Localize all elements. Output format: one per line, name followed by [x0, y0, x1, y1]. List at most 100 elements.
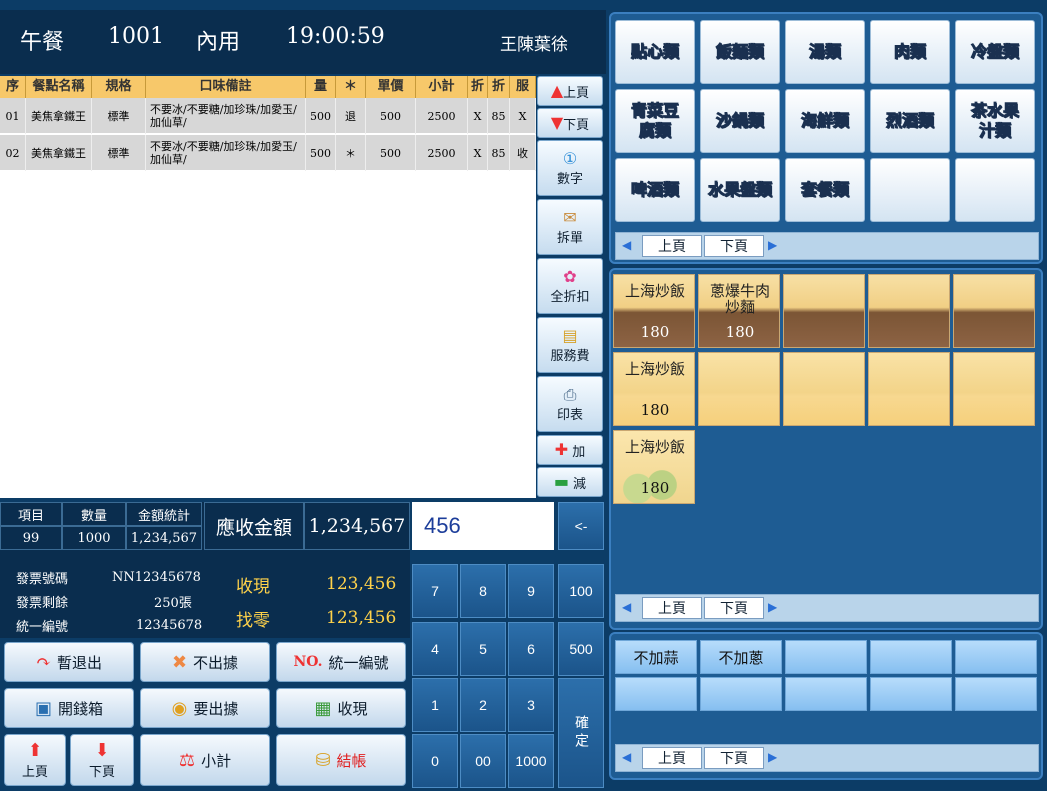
split-bill-button[interactable]: ✉ 拆單	[537, 199, 603, 255]
category-button[interactable]	[955, 158, 1035, 222]
option-button[interactable]: 不加蒜	[615, 640, 697, 674]
triangle-right-icon[interactable]: ▶	[768, 238, 777, 252]
category-next-button[interactable]: 下頁	[704, 235, 764, 257]
minus-button[interactable]: ▬ 減	[537, 467, 603, 497]
menu-item-button[interactable]: 上海炒飯 180	[613, 352, 695, 426]
numpad-key[interactable]: 00	[460, 734, 506, 788]
category-button[interactable]: 啤酒類	[615, 158, 695, 222]
column-header: 序	[0, 76, 26, 98]
numpad: 456 <- 7 8 9 100 4 5 6 500 1 2 3 0 00 1000 確定	[412, 502, 606, 791]
category-button[interactable]: 飯麵類	[700, 20, 780, 84]
category-label: 飯麵類	[715, 42, 764, 62]
receipt-roll-icon: ◉	[171, 697, 188, 719]
qty-count: 1000	[62, 526, 126, 550]
bottom-page-down-button[interactable]: ⬇ 下頁	[70, 734, 134, 786]
print-button[interactable]: ⎙ 印表	[537, 376, 603, 432]
tax-id-button[interactable]: NO. 統一編號	[276, 642, 406, 682]
menu-item-button[interactable]: 蔥爆牛肉炒麵 180	[698, 274, 780, 348]
category-button[interactable]: 水果盤類	[700, 158, 780, 222]
numpad-key[interactable]: 500	[558, 622, 604, 676]
triangle-left-icon[interactable]: ◀	[622, 750, 631, 764]
food-prev-button[interactable]: 上頁	[642, 597, 702, 619]
table-cell: 01	[0, 98, 26, 134]
open-drawer-label: 開錢箱	[58, 699, 104, 718]
option-button[interactable]	[785, 677, 867, 711]
menu-item-button[interactable]	[698, 352, 780, 426]
triangle-left-icon[interactable]: ◀	[622, 238, 631, 252]
option-prev-button[interactable]: 上頁	[642, 747, 702, 769]
category-button[interactable]: 沙鍋類	[700, 89, 780, 153]
backspace-key[interactable]: <-	[558, 502, 604, 550]
cash-amount: 123,456	[326, 574, 397, 594]
numpad-key[interactable]: 9	[508, 564, 554, 618]
full-discount-button[interactable]: ✿ 全折扣	[537, 258, 603, 314]
bottom-page-up-button[interactable]: ⬆ 上頁	[4, 734, 66, 786]
option-button[interactable]: 不加蔥	[700, 640, 782, 674]
subtotal-label: 小計	[201, 751, 232, 770]
menu-item-button[interactable]	[868, 352, 950, 426]
temp-exit-button[interactable]: ↷ 暫退出	[4, 642, 134, 682]
option-button[interactable]	[785, 640, 867, 674]
option-button[interactable]	[700, 677, 782, 711]
option-button[interactable]	[955, 640, 1037, 674]
option-button[interactable]	[870, 677, 952, 711]
category-button[interactable]: 冷盤類	[955, 20, 1035, 84]
category-button[interactable]: 湯類	[785, 20, 865, 84]
numpad-key[interactable]: 100	[558, 564, 604, 618]
category-prev-button[interactable]: 上頁	[642, 235, 702, 257]
food-next-button[interactable]: 下頁	[704, 597, 764, 619]
numpad-key[interactable]: 1	[412, 678, 458, 732]
option-button[interactable]	[870, 640, 952, 674]
category-button[interactable]: 青菜豆腐類	[615, 89, 695, 153]
menu-item-name: 蔥爆牛肉炒麵	[709, 282, 770, 316]
category-button[interactable]: 點心類	[615, 20, 695, 84]
change-amount: 123,456	[326, 608, 397, 628]
no-receipt-button[interactable]: ✖ 不出據	[140, 642, 270, 682]
menu-item-button[interactable]	[953, 274, 1035, 348]
numpad-key[interactable]: 4	[412, 622, 458, 676]
page-down-button[interactable]: ▼ 下頁	[537, 108, 603, 138]
add-button[interactable]: ✚ 加	[537, 435, 603, 465]
numpad-key[interactable]: 0	[412, 734, 458, 788]
category-button[interactable]	[870, 158, 950, 222]
page-up-button[interactable]: ▲ 上頁	[537, 76, 603, 106]
category-button[interactable]: 烈酒類	[870, 89, 950, 153]
checkout-button[interactable]: ⛁ 結帳	[276, 734, 406, 786]
triangle-right-icon[interactable]: ▶	[768, 750, 777, 764]
menu-item-button[interactable]: 上海炒飯 180	[613, 430, 695, 504]
numpad-key[interactable]: 2	[460, 678, 506, 732]
table-row[interactable]: 02 美焦拿鐵王 標準 不要冰/不要糖/加珍珠/加愛玉/加仙草/500 ＊ 500 2500…	[0, 135, 536, 171]
menu-item-button[interactable]	[783, 274, 865, 348]
category-button[interactable]: 肉類	[870, 20, 950, 84]
category-button[interactable]: 茶水果汁類	[955, 89, 1035, 153]
category-button[interactable]: 套餐類	[785, 158, 865, 222]
option-button[interactable]	[615, 677, 697, 711]
numpad-key[interactable]: 5	[460, 622, 506, 676]
numpad-key[interactable]: 8	[460, 564, 506, 618]
category-button[interactable]: 海鮮類	[785, 89, 865, 153]
receipt-button[interactable]: ◉ 要出據	[140, 688, 270, 728]
menu-item-button[interactable]	[783, 352, 865, 426]
menu-item-button[interactable]	[868, 274, 950, 348]
subtotal-button[interactable]: ⚖ 小計	[140, 734, 270, 786]
number-button[interactable]: ① 數字	[537, 140, 603, 196]
menu-item-button[interactable]	[953, 352, 1035, 426]
open-drawer-button[interactable]: ▣ 開錢箱	[4, 688, 134, 728]
triangle-right-icon[interactable]: ▶	[768, 600, 777, 614]
menu-item-button[interactable]: 上海炒飯 180	[613, 274, 695, 348]
category-label: 水果盤類	[707, 180, 772, 200]
table-row[interactable]: 01 美焦拿鐵王 標準 不要冰/不要糖/加珍珠/加愛玉/加仙草/500 退 500 2500…	[0, 98, 536, 134]
column-header: 規格	[92, 76, 146, 98]
numpad-key[interactable]: 6	[508, 622, 554, 676]
numpad-key[interactable]: 3	[508, 678, 554, 732]
service-fee-button[interactable]: ▤ 服務費	[537, 317, 603, 373]
numpad-key[interactable]: 7	[412, 564, 458, 618]
numpad-key[interactable]: 1000	[508, 734, 554, 788]
option-next-button[interactable]: 下頁	[704, 747, 764, 769]
confirm-key[interactable]: 確定	[558, 678, 604, 788]
column-header: 餐點名稱	[26, 76, 92, 98]
option-button[interactable]	[955, 677, 1037, 711]
table-cell: 收	[510, 135, 536, 171]
cash-button[interactable]: ▦ 收現	[276, 688, 406, 728]
triangle-left-icon[interactable]: ◀	[622, 600, 631, 614]
